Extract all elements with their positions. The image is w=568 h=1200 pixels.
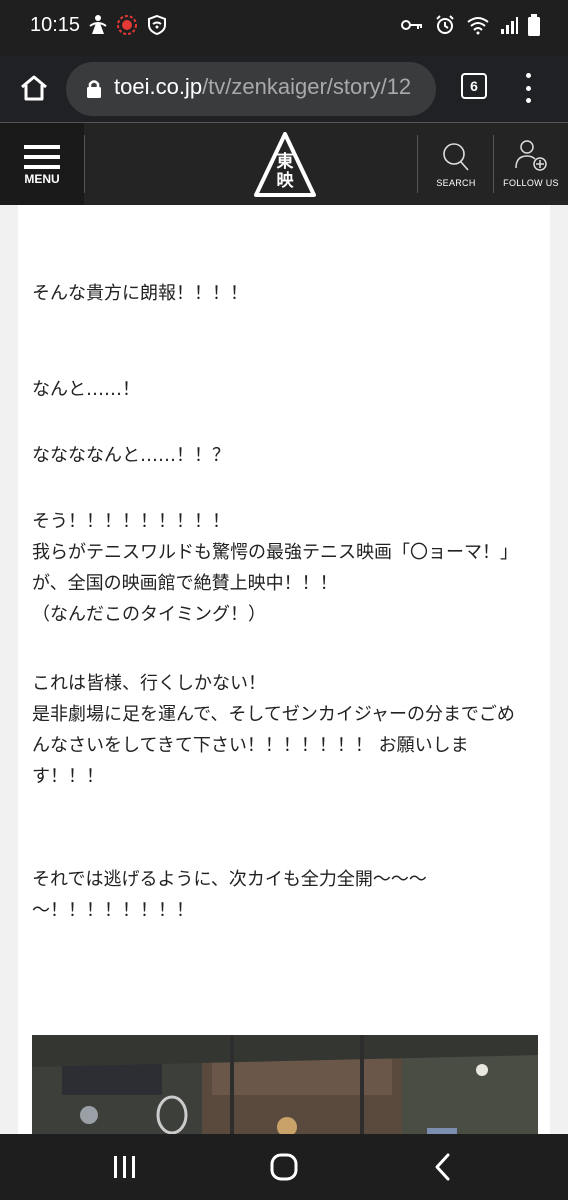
text-line: 我らがテニスワルドも驚愕の最強テニス映画「〇ョーマ！」 [32,542,518,563]
article-paragraph-2: なんと……！ [32,379,140,400]
search-button[interactable]: SEARCH [418,123,494,206]
shield-wifi-icon [148,14,166,36]
home-icon [21,75,47,101]
follow-us-button[interactable]: FOLLOW US [494,123,568,206]
overflow-menu-button[interactable] [518,70,538,106]
home-icon[interactable] [269,1152,299,1182]
menu-label: MENU [24,172,60,186]
search-icon [443,143,469,171]
toei-logo[interactable]: 東 映 [253,131,317,199]
home-button[interactable] [14,68,54,108]
logo-text-bottom: 映 [277,170,295,191]
hamburger-icon [24,145,60,175]
status-time: 10:15 [30,14,81,36]
text-line: それでは逃げるように、次カイも全力全開〜〜〜 [32,869,427,890]
add-user-icon [515,140,547,171]
menu-button[interactable]: MENU [0,123,84,206]
back-icon[interactable] [428,1152,458,1182]
browser-toolbar: toei.co.jp/tv/zenkaiger/story/12 6 [0,56,568,122]
url-path: /tv/zenkaiger/story/12 [202,74,412,99]
battery-icon [528,14,540,36]
more-vert-icon [525,73,531,78]
text-line: が、全国の映画館で絶賛上映中！！！ [32,573,338,594]
article-paragraph-5: これは皆様、行くしかない！ 是非劇場に足を運んで、そしてゼンカイジャーの分までご… [32,668,515,792]
status-bar: 10:15 [0,0,568,56]
text-line: 是非劇場に足を運んで、そしてゼンカイジャーの分までごめ [32,704,515,725]
site-header: MENU 東 映 SEARCH FOLLOW US [0,122,568,206]
tab-switcher-button[interactable]: 6 [461,73,487,99]
address-bar[interactable]: toei.co.jp/tv/zenkaiger/story/12 [66,62,436,116]
recording-icon [117,15,137,35]
text-line: そう！！！！！！！！！ [32,511,230,532]
alarm-icon [436,15,454,34]
logo-text-top: 東 [277,151,294,172]
article-paragraph-3: ななななんと……！！？ [32,445,230,466]
cell-signal-icon [501,17,518,34]
article-paragraph-6: それでは逃げるように、次カイも全力全開〜〜〜 〜！！！！！！！！ [32,864,427,926]
url-text: toei.co.jp/tv/zenkaiger/story/12 [114,74,411,100]
text-line: 〜！！！！！！！！ [32,900,194,921]
article-paragraph-4: そう！！！！！！！！！ 我らがテニスワルドも驚愕の最強テニス映画「〇ョーマ！」 … [32,506,518,630]
system-nav-bar [0,1134,568,1200]
text-line: （なんだこのタイミング！） [32,604,266,625]
signal-person-icon [89,15,107,34]
divider [84,135,85,193]
url-domain: toei.co.jp [114,74,203,99]
text-line: これは皆様、行くしかない！ [32,673,266,694]
wifi-icon [467,17,489,35]
recent-apps-icon[interactable] [110,1152,140,1182]
text-line: んなさいをしてきて下さい！！！！！！！ お願いしま [32,735,469,756]
lock-icon [87,80,101,98]
search-label: SEARCH [436,178,476,188]
follow-label: FOLLOW US [503,178,559,188]
text-line: す！！！ [32,766,104,787]
key-icon [401,20,422,30]
article-paragraph-1: そんな貴方に朗報！！！！ [32,283,248,304]
